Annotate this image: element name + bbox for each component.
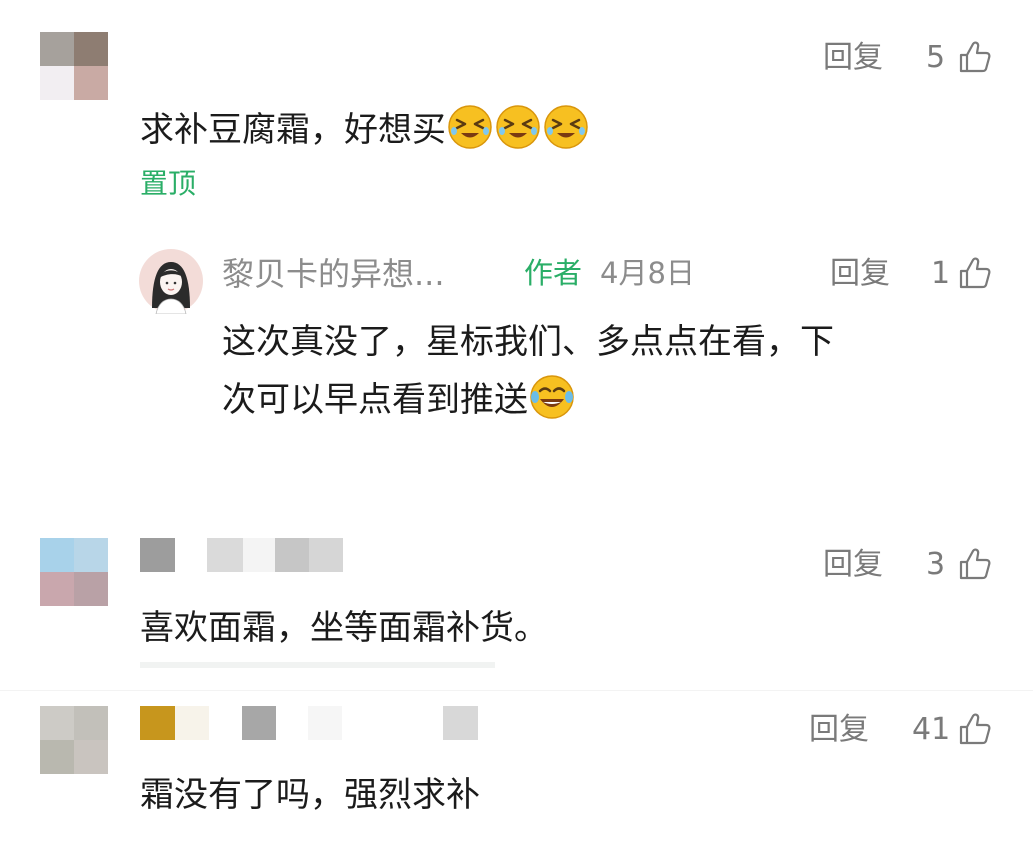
author-badge: 作者 (524, 256, 583, 290)
commenter-avatar[interactable] (40, 538, 108, 606)
like-count: 5 (926, 40, 946, 75)
comment-text: 霜没有了吗，强烈求补 (140, 775, 480, 815)
pinned-badge: 置顶 (140, 167, 197, 200)
commenter-name-redacted[interactable] (140, 706, 480, 740)
like-count: 1 (931, 256, 951, 291)
thumb-up-icon[interactable] (958, 547, 992, 581)
thumb-up-icon[interactable] (958, 256, 992, 290)
divider (0, 690, 1033, 691)
reply-date: 4月8日 (600, 256, 695, 290)
reply-author-name[interactable]: 黎贝卡的异想... (222, 258, 445, 290)
divider (140, 662, 495, 668)
grin-squint-emoji-icon (496, 105, 540, 149)
commenter-avatar[interactable] (40, 706, 108, 774)
author-avatar[interactable] (138, 248, 204, 314)
commenter-avatar[interactable] (40, 32, 108, 100)
reply-text-line-1: 这次真没了，星标我们、多点点在看，下 (222, 322, 834, 362)
grin-squint-emoji-icon (544, 105, 588, 149)
reply-text-line-2: 次可以早点看到推送 (222, 371, 576, 429)
like-count: 3 (926, 547, 946, 582)
reply-button[interactable]: 回复 (809, 715, 869, 745)
tears-of-joy-emoji-icon (530, 375, 574, 419)
comment-text: 求补豆腐霜，好想买 (140, 103, 590, 151)
thumb-up-icon[interactable] (958, 712, 992, 746)
like-count: 41 (912, 712, 951, 747)
grin-squint-emoji-icon (448, 105, 492, 149)
reply-button[interactable]: 回复 (823, 550, 883, 580)
thumb-up-icon[interactable] (958, 40, 992, 74)
reply-button[interactable]: 回复 (823, 43, 883, 73)
comment-text: 喜欢面霜，坐等面霜补货。 (140, 608, 548, 648)
reply-button[interactable]: 回复 (830, 259, 890, 289)
commenter-name-redacted[interactable] (140, 538, 345, 572)
